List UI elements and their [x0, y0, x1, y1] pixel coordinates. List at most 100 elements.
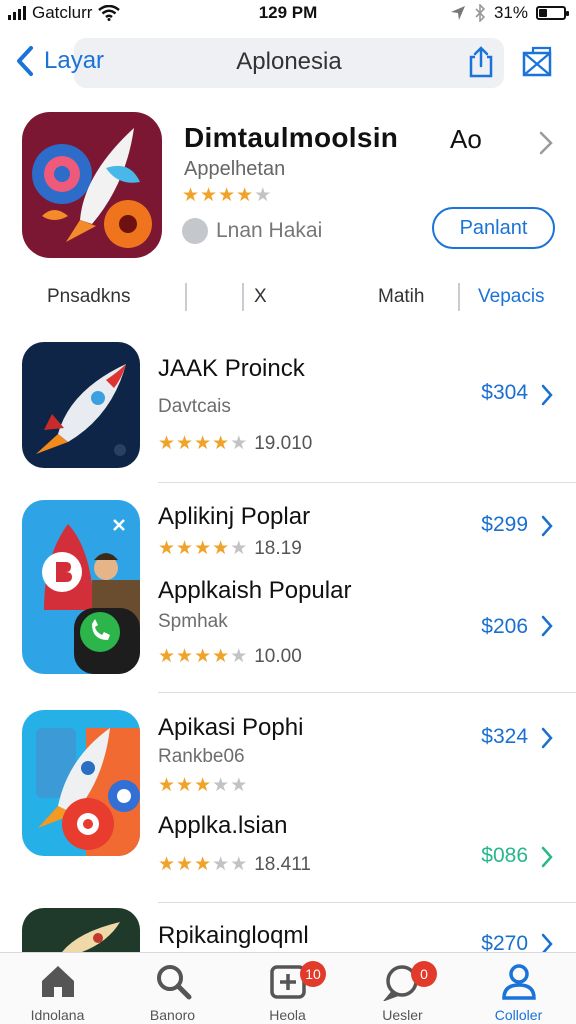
tab-bar: Idnolana Banoro 10 Heola 0 Uesler Collol…	[0, 952, 576, 1024]
rating-value: 10.00	[254, 645, 302, 667]
notification-badge: 10	[300, 961, 326, 987]
get-button[interactable]: Panlant	[432, 207, 555, 249]
app-title[interactable]: Rpikaingloqml	[158, 922, 309, 950]
filter-item-active[interactable]: Vepacis	[478, 286, 545, 308]
info-icon	[182, 218, 208, 244]
filter-item[interactable]: X	[254, 286, 267, 308]
chevron-right-icon[interactable]	[538, 130, 554, 156]
status-right: 31%	[450, 3, 569, 23]
chevron-right-icon[interactable]	[540, 846, 554, 868]
chevron-right-icon[interactable]	[540, 515, 554, 537]
star-filled-icon: ★	[200, 185, 219, 206]
row-divider	[158, 902, 576, 903]
star-filled-icon: ★	[218, 185, 237, 206]
star-filled-icon: ★	[158, 433, 177, 454]
featured-meta-text: Lnan Hakai	[216, 219, 323, 242]
row-divider	[158, 482, 576, 483]
filter-item[interactable]: Pnsadkns	[47, 286, 130, 308]
featured-rating-stars: ★★★★★	[182, 184, 272, 207]
app-price[interactable]: $299	[481, 513, 528, 537]
map-grid-icon[interactable]	[519, 44, 555, 80]
app-title[interactable]: Apikasi Pophi	[158, 714, 303, 742]
navigation-bar: Layar Aplonesia	[0, 36, 576, 88]
tab-label: Colloler	[494, 1007, 543, 1023]
star-empty-icon: ★	[212, 854, 231, 875]
star-filled-icon: ★	[158, 775, 177, 796]
app-title[interactable]: Applka.lsian	[158, 812, 287, 840]
app-subtitle: Rankbe06	[158, 746, 245, 767]
app-rating: ★★★★★ 19.010	[158, 432, 312, 455]
rating-stars: ★★★★★	[158, 537, 248, 560]
featured-badge: Ao	[450, 124, 482, 154]
star-filled-icon: ★	[176, 646, 195, 667]
location-icon	[450, 6, 465, 20]
star-filled-icon: ★	[236, 185, 255, 206]
app-rating: ★★★★★	[158, 774, 248, 797]
app-price[interactable]: $086	[481, 844, 528, 868]
app-title[interactable]: Applkaish Popular	[158, 577, 351, 605]
star-filled-icon: ★	[194, 538, 213, 559]
chevron-right-icon[interactable]	[540, 727, 554, 749]
star-filled-icon: ★	[158, 854, 177, 875]
star-empty-icon: ★	[230, 646, 249, 667]
app-icon[interactable]	[22, 342, 140, 468]
featured-app-icon[interactable]	[22, 112, 162, 258]
star-filled-icon: ★	[158, 538, 177, 559]
tab-label: Banoro	[149, 1007, 196, 1023]
star-empty-icon: ★	[230, 433, 249, 454]
rating-stars: ★★★★★	[158, 645, 248, 668]
star-filled-icon: ★	[176, 433, 195, 454]
star-empty-icon: ★	[254, 185, 273, 206]
star-filled-icon: ★	[194, 433, 213, 454]
person-icon	[501, 964, 536, 1000]
app-rating: ★★★★★ 18.411	[158, 853, 311, 876]
app-price[interactable]: $206	[481, 615, 528, 639]
tab-chat[interactable]: 0 Uesler	[345, 961, 460, 1023]
chevron-left-icon	[17, 46, 33, 76]
app-title[interactable]: Aplikinj Poplar	[158, 503, 310, 531]
tab-label: Heola	[269, 1007, 306, 1023]
search-icon	[156, 965, 191, 1000]
star-filled-icon: ★	[194, 646, 213, 667]
app-icon[interactable]	[22, 908, 140, 952]
tab-home[interactable]: Idnolana	[0, 961, 115, 1023]
filter-row: Pnsadkns X Matih Vepacis	[0, 283, 576, 313]
share-icon[interactable]	[463, 44, 499, 80]
chevron-right-icon[interactable]	[540, 384, 554, 406]
app-subtitle: Davtcais	[158, 396, 231, 417]
tab-add[interactable]: 10 Heola	[230, 961, 345, 1023]
star-filled-icon: ★	[194, 854, 213, 875]
star-empty-icon: ★	[230, 854, 249, 875]
app-icon[interactable]	[22, 500, 140, 674]
page-title: Aplonesia	[236, 48, 342, 75]
app-icon[interactable]	[22, 710, 140, 856]
home-icon	[41, 966, 74, 997]
featured-meta: Lnan Hakai	[182, 218, 322, 244]
featured-app-name[interactable]: Dimtaulmoolsin	[184, 122, 398, 154]
app-title[interactable]: JAAK Proinck	[158, 355, 305, 383]
star-filled-icon: ★	[182, 185, 201, 206]
notification-badge: 0	[411, 961, 437, 987]
filter-item[interactable]: Matih	[378, 286, 424, 308]
rating-value: 19.010	[254, 432, 313, 454]
tab-label: Idnolana	[30, 1007, 85, 1023]
tab-profile[interactable]: Colloler	[461, 961, 576, 1023]
featured-developer[interactable]: Appelhetan	[184, 158, 285, 181]
app-price[interactable]: $304	[481, 381, 528, 405]
battery-fill	[539, 9, 548, 17]
chevron-right-icon[interactable]	[540, 615, 554, 637]
star-empty-icon: ★	[230, 538, 249, 559]
app-rating: ★★★★★ 10.00	[158, 645, 302, 668]
star-filled-icon: ★	[176, 854, 195, 875]
star-empty-icon: ★	[230, 775, 249, 796]
tab-label: Uesler	[382, 1007, 423, 1023]
bluetooth-icon	[475, 4, 486, 22]
star-filled-icon: ★	[158, 646, 177, 667]
row-divider	[158, 692, 576, 693]
star-filled-icon: ★	[212, 538, 231, 559]
app-price[interactable]: $324	[481, 725, 528, 749]
tab-search[interactable]: Banoro	[115, 961, 230, 1023]
app-rating: ★★★★★ 18.19	[158, 537, 302, 560]
rating-stars: ★★★★★	[158, 853, 248, 876]
star-filled-icon: ★	[212, 433, 231, 454]
